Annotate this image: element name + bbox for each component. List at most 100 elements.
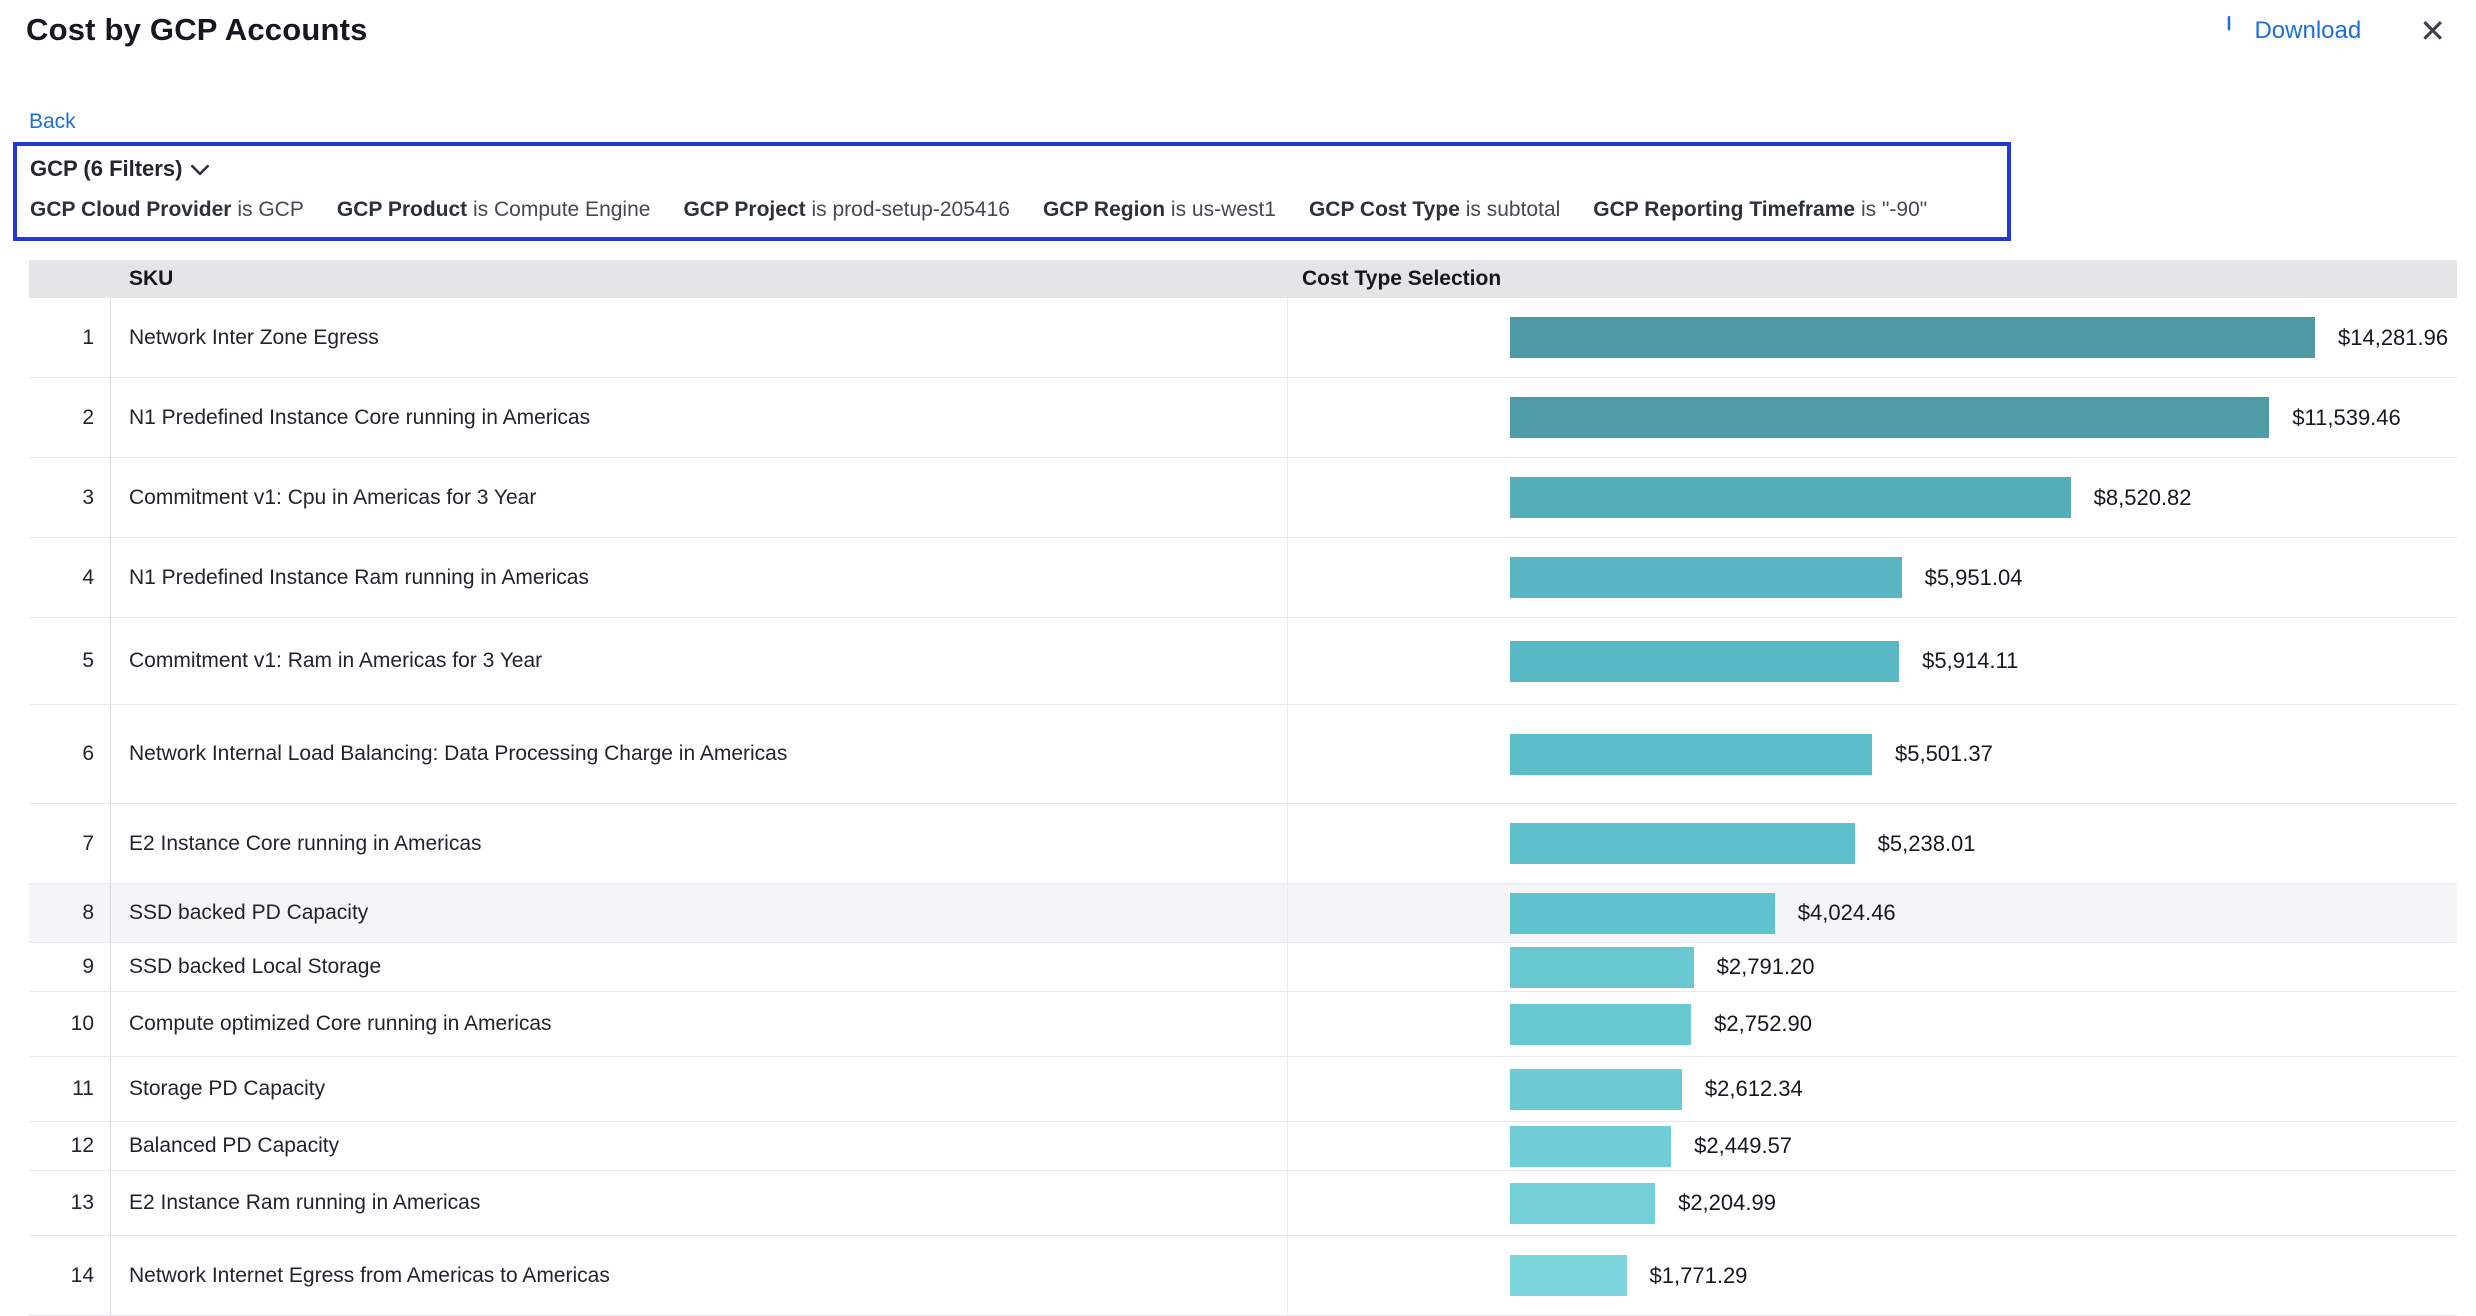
cost-bar-cell: $2,752.90 [1288,992,2457,1056]
filter-field: GCP Region [1043,198,1165,221]
download-button[interactable]: Download [2216,14,2361,47]
cost-value-label: $14,281.96 [2338,325,2448,351]
cost-type-column-header: Cost Type Selection [1288,267,2457,291]
row-index: 8 [29,884,111,942]
cost-bar-cell: $2,791.20 [1288,943,2457,991]
cost-value-label: $5,914.11 [1922,648,2018,674]
cost-bar-cell: $5,501.37 [1288,705,2457,803]
table-row[interactable]: 13E2 Instance Ram running in Americas $2,… [29,1171,2457,1236]
sku-label: Network Internet Egress from Americas to… [111,1236,1288,1315]
filter-operator: is [1466,198,1481,221]
sku-column-header: SKU [111,267,1288,291]
row-index: 14 [29,1236,111,1315]
download-label: Download [2254,17,2361,45]
row-index: 7 [29,804,111,883]
row-index: 2 [29,378,111,457]
row-index: 11 [29,1057,111,1121]
table-row[interactable]: 2N1 Predefined Instance Core running in … [29,378,2457,458]
table-row[interactable]: 1Network Inter Zone Egress$14,281.96 [29,298,2457,378]
table-row[interactable]: 11Storage PD Capacity $2,612.34 [29,1057,2457,1122]
filter-group-label: GCP (6 Filters) [30,156,182,182]
cost-value-label: $2,752.90 [1714,1011,1812,1037]
filter-field: GCP Product [337,198,467,221]
cost-bar[interactable] [1510,1004,1691,1045]
cost-bar[interactable] [1510,1183,1655,1224]
close-icon[interactable]: ✕ [2419,15,2446,47]
sku-label: N1 Predefined Instance Ram running in Am… [111,538,1288,617]
cost-bar[interactable] [1510,947,1694,988]
filter-group-toggle[interactable]: GCP (6 Filters) [30,156,209,182]
table-row[interactable]: 4N1 Predefined Instance Ram running in A… [29,538,2457,618]
cost-value-label: $2,612.34 [1705,1076,1803,1102]
filter-field: GCP Project [683,198,805,221]
cost-bar[interactable] [1510,1255,1627,1296]
sku-label: SSD backed Local Storage [111,943,1288,991]
filter-operator: is [811,198,826,221]
filter-operator: is [1171,198,1186,221]
table-row[interactable]: 10Compute optimized Core running in Amer… [29,992,2457,1057]
sku-label: Commitment v1: Cpu in Americas for 3 Yea… [111,458,1288,537]
row-index: 13 [29,1171,111,1235]
filter-chip[interactable]: GCP Cloud Provider is GCP [30,198,304,222]
filter-value: us-west1 [1192,198,1276,221]
filter-field: GCP Reporting Timeframe [1593,198,1855,221]
cost-bar[interactable] [1510,641,1899,682]
cost-bar-cell: $4,024.46 [1288,884,2457,942]
cost-bar[interactable] [1510,397,2269,438]
cost-bar-cell: $5,951.04 [1288,538,2457,617]
cost-value-label: $2,204.99 [1678,1190,1776,1216]
cost-bar[interactable] [1510,557,1902,598]
sku-label: E2 Instance Ram running in Americas [111,1171,1288,1235]
sku-label: SSD backed PD Capacity [111,884,1288,942]
row-number-column-header [29,260,111,298]
table-body: 1Network Inter Zone Egress$14,281.962N1 … [29,298,2457,1316]
sku-label: E2 Instance Core running in Americas [111,804,1288,883]
table-row[interactable]: 12Balanced PD Capacity$2,449.57 [29,1122,2457,1171]
cost-value-label: $2,449.57 [1694,1133,1792,1159]
cost-bar[interactable] [1510,734,1872,775]
sku-label: Commitment v1: Ram in Americas for 3 Yea… [111,618,1288,704]
filter-chip-list: GCP Cloud Provider is GCP GCP Product is… [30,198,1991,222]
table-row[interactable]: 9SSD backed Local Storage$2,791.20 [29,943,2457,992]
cost-bar[interactable] [1510,1126,1671,1167]
table-row[interactable]: 7E2 Instance Core running in Americas$5,… [29,804,2457,884]
cost-bar-cell: $5,238.01 [1288,804,2457,883]
cost-bar-cell: $14,281.96 [1288,298,2457,377]
cost-value-label: $8,520.82 [2094,485,2192,511]
table-row[interactable]: 8SSD backed PD Capacity $4,024.46 [29,884,2457,943]
cost-bar[interactable] [1510,317,2315,358]
cost-bar[interactable] [1510,1069,1682,1110]
page-title: Cost by GCP Accounts [26,12,368,48]
cost-bar[interactable] [1510,823,1855,864]
filter-value: GCP [258,198,304,221]
filter-chip[interactable]: GCP Region is us-west1 [1043,198,1276,222]
cost-value-label: $5,951.04 [1925,565,2023,591]
filter-field: GCP Cost Type [1309,198,1460,221]
row-index: 10 [29,992,111,1056]
download-icon [2216,14,2242,47]
table-row[interactable]: 3Commitment v1: Cpu in Americas for 3 Ye… [29,458,2457,538]
row-index: 3 [29,458,111,537]
chevron-down-icon [191,156,209,182]
row-index: 1 [29,298,111,377]
cost-value-label: $4,024.46 [1798,900,1896,926]
filter-chip[interactable]: GCP Product is Compute Engine [337,198,651,222]
table-row[interactable]: 5Commitment v1: Ram in Americas for 3 Ye… [29,618,2457,705]
cost-bar-cell: $5,914.11 [1288,618,2457,704]
top-bar: Cost by GCP Accounts Download ✕ [0,0,2476,48]
sku-label: N1 Predefined Instance Core running in A… [111,378,1288,457]
table-row[interactable]: 14Network Internet Egress from Americas … [29,1236,2457,1316]
filter-chip[interactable]: GCP Project is prod-setup-205416 [683,198,1009,222]
filter-chip[interactable]: GCP Cost Type is subtotal [1309,198,1560,222]
sku-label: Storage PD Capacity [111,1057,1288,1121]
table-row[interactable]: 6Network Internal Load Balancing: Data P… [29,705,2457,804]
back-link[interactable]: Back [29,110,76,134]
cost-table: SKU Cost Type Selection 1Network Inter Z… [29,260,2457,1316]
cost-bar[interactable] [1510,893,1775,934]
filter-chip[interactable]: GCP Reporting Timeframe is "-90" [1593,198,1927,222]
cost-bar[interactable] [1510,477,2071,518]
filter-value: "-90" [1882,198,1927,221]
filter-value: subtotal [1487,198,1561,221]
cost-value-label: $1,771.29 [1650,1263,1748,1289]
cost-bar-cell: $2,449.57 [1288,1122,2457,1170]
